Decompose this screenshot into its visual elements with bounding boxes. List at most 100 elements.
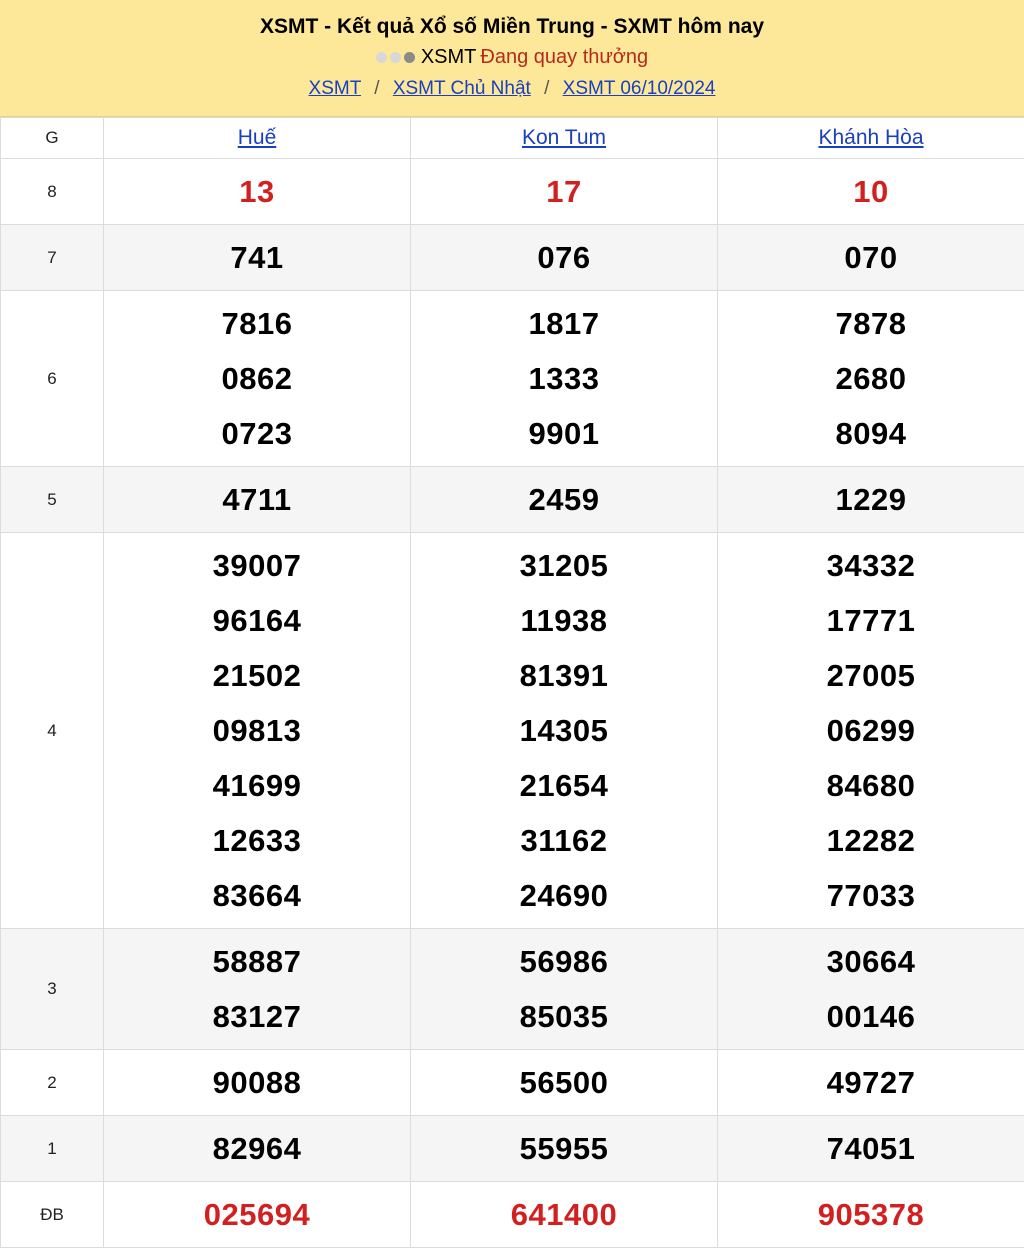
result-cell: 5698685035 [411, 929, 718, 1050]
result-number: 27005 [718, 648, 1024, 703]
result-number: 1817 [411, 296, 717, 351]
result-number: 17 [411, 164, 717, 219]
province-link-kontum[interactable]: Kon Tum [522, 126, 606, 149]
result-number: 641400 [411, 1187, 717, 1242]
result-cell: 90088 [104, 1050, 411, 1116]
result-cell: 17 [411, 159, 718, 225]
result-cell: 1229 [718, 467, 1024, 533]
result-number: 0723 [104, 406, 410, 461]
prize-label: 5 [1, 467, 104, 533]
prize-row: 5471124591229 [1, 467, 1024, 533]
results-body: 8131710774107607067816086207231817133399… [1, 159, 1024, 1248]
result-cell: 2459 [411, 467, 718, 533]
result-number: 41699 [104, 758, 410, 813]
result-number: 741 [104, 230, 410, 285]
result-cell: 787826808094 [718, 291, 1024, 467]
result-cell: 39007961642150209813416991263383664 [104, 533, 411, 929]
result-number: 31162 [411, 813, 717, 868]
breadcrumb-separator: / [544, 78, 549, 99]
result-cell: 34332177712700506299846801228277033 [718, 533, 1024, 929]
results-table: G Huế Kon Tum Khánh Hòa 8131710774107607… [0, 117, 1024, 1248]
result-cell: 74051 [718, 1116, 1024, 1182]
result-number: 2459 [411, 472, 717, 527]
breadcrumb-link-xsmt[interactable]: XSMT [309, 78, 361, 99]
prize-label: 4 [1, 533, 104, 929]
result-cell: 181713339901 [411, 291, 718, 467]
breadcrumb-separator: / [374, 78, 379, 99]
prize-label: 2 [1, 1050, 104, 1116]
result-number: 2680 [718, 351, 1024, 406]
result-number: 56986 [411, 934, 717, 989]
province-link-khanhhoa[interactable]: Khánh Hòa [818, 126, 923, 149]
result-number: 30664 [718, 934, 1024, 989]
result-number: 14305 [411, 703, 717, 758]
breadcrumb: XSMT / XSMT Chủ Nhật / XSMT 06/10/2024 [0, 72, 1024, 106]
status-prefix: XSMT [421, 42, 477, 72]
result-cell: 31205119388139114305216543116224690 [411, 533, 718, 929]
result-number: 24690 [411, 868, 717, 923]
result-number: 21654 [411, 758, 717, 813]
result-number: 49727 [718, 1055, 1024, 1110]
result-number: 96164 [104, 593, 410, 648]
result-cell: 49727 [718, 1050, 1024, 1116]
result-cell: 4711 [104, 467, 411, 533]
result-number: 11938 [411, 593, 717, 648]
prize-label: 6 [1, 291, 104, 467]
status-text: Đang quay thưởng [480, 42, 648, 72]
result-number: 12282 [718, 813, 1024, 868]
prize-label: 7 [1, 225, 104, 291]
prize-row: ĐB025694641400905378 [1, 1182, 1024, 1248]
province-header-hue: Huế [104, 118, 411, 159]
result-number: 4711 [104, 472, 410, 527]
result-number: 77033 [718, 868, 1024, 923]
result-number: 905378 [718, 1187, 1024, 1242]
result-cell: 10 [718, 159, 1024, 225]
prize-label: 8 [1, 159, 104, 225]
result-number: 070 [718, 230, 1024, 285]
prize-label: 3 [1, 929, 104, 1050]
result-cell: 5888783127 [104, 929, 411, 1050]
result-number: 9901 [411, 406, 717, 461]
result-number: 09813 [104, 703, 410, 758]
prize-label: ĐB [1, 1182, 104, 1248]
result-number: 58887 [104, 934, 410, 989]
result-number: 56500 [411, 1055, 717, 1110]
result-number: 7816 [104, 296, 410, 351]
result-cell: 3066400146 [718, 929, 1024, 1050]
result-number: 12633 [104, 813, 410, 868]
result-cell: 56500 [411, 1050, 718, 1116]
result-number: 31205 [411, 538, 717, 593]
result-number: 83664 [104, 868, 410, 923]
result-cell: 781608620723 [104, 291, 411, 467]
result-cell: 641400 [411, 1182, 718, 1248]
result-number: 076 [411, 230, 717, 285]
result-number: 1333 [411, 351, 717, 406]
result-cell: 741 [104, 225, 411, 291]
breadcrumb-link-sunday[interactable]: XSMT Chủ Nhật [393, 78, 531, 99]
province-header-kontum: Kon Tum [411, 118, 718, 159]
prize-row: 2900885650049727 [1, 1050, 1024, 1116]
table-header-row: G Huế Kon Tum Khánh Hòa [1, 118, 1024, 159]
result-number: 025694 [104, 1187, 410, 1242]
result-number: 90088 [104, 1055, 410, 1110]
result-cell: 905378 [718, 1182, 1024, 1248]
page-title: XSMT - Kết quả Xổ số Miền Trung - SXMT h… [0, 0, 1024, 42]
result-cell: 070 [718, 225, 1024, 291]
results-header: XSMT - Kết quả Xổ số Miền Trung - SXMT h… [0, 0, 1024, 117]
result-number: 55955 [411, 1121, 717, 1176]
prize-row: 3588878312756986850353066400146 [1, 929, 1024, 1050]
result-number: 39007 [104, 538, 410, 593]
result-cell: 55955 [411, 1116, 718, 1182]
result-number: 21502 [104, 648, 410, 703]
prize-row: 6781608620723181713339901787826808094 [1, 291, 1024, 467]
result-number: 10 [718, 164, 1024, 219]
prize-label: 1 [1, 1116, 104, 1182]
result-number: 1229 [718, 472, 1024, 527]
province-link-hue[interactable]: Huế [238, 126, 277, 149]
prize-column-header: G [1, 118, 104, 159]
breadcrumb-link-date[interactable]: XSMT 06/10/2024 [563, 78, 716, 99]
result-number: 84680 [718, 758, 1024, 813]
result-cell: 13 [104, 159, 411, 225]
result-number: 0862 [104, 351, 410, 406]
result-number: 82964 [104, 1121, 410, 1176]
